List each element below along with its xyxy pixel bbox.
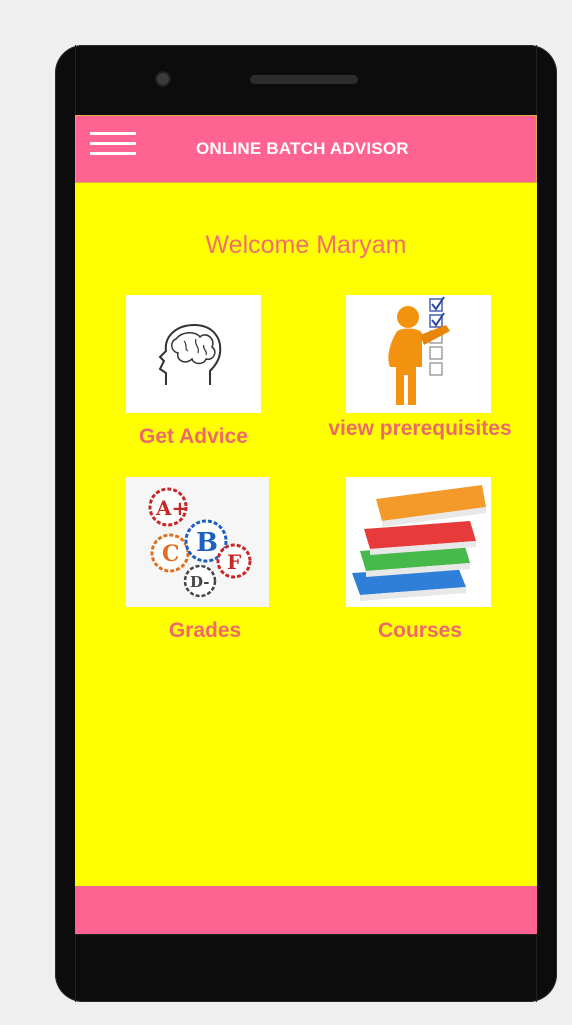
books-stack-icon — [346, 477, 491, 607]
app-title: ONLINE BATCH ADVISOR — [196, 139, 409, 158]
courses-label: Courses — [377, 619, 463, 642]
phone-nav-area — [75, 934, 537, 1003]
checklist-person-icon — [346, 295, 491, 413]
bottom-bar — [75, 886, 537, 934]
brain-head-icon — [126, 295, 261, 413]
welcome-text: Welcome Maryam — [205, 231, 407, 259]
phone-frame: ONLINE BATCH ADVISOR Welcome Maryam Get … — [55, 45, 557, 1002]
get-advice-tile[interactable]: Get Advice — [115, 295, 275, 455]
app-bar: ONLINE BATCH ADVISOR — [75, 115, 537, 183]
grades-label: Grades — [168, 619, 242, 642]
svg-text:B: B — [196, 528, 218, 558]
view-prerequisites-label: view prerequisites — [328, 417, 512, 440]
courses-tile[interactable]: Courses — [320, 477, 520, 657]
front-camera — [157, 73, 169, 85]
hamburger-menu-icon[interactable] — [90, 132, 138, 156]
grades-tile[interactable]: A+ C B F D- Grades — [115, 477, 275, 657]
get-advice-label: Get Advice — [139, 425, 248, 448]
svg-text:C: C — [162, 541, 180, 567]
svg-text:F: F — [227, 550, 241, 574]
app-screen: ONLINE BATCH ADVISOR Welcome Maryam Get … — [75, 115, 537, 934]
grade-badges-icon: A+ C B F D- — [126, 477, 269, 607]
view-prerequisites-tile[interactable]: view prerequisites — [320, 295, 520, 455]
svg-text:A+: A+ — [155, 496, 188, 520]
earpiece-speaker — [250, 75, 358, 84]
svg-text:D-: D- — [190, 573, 210, 591]
